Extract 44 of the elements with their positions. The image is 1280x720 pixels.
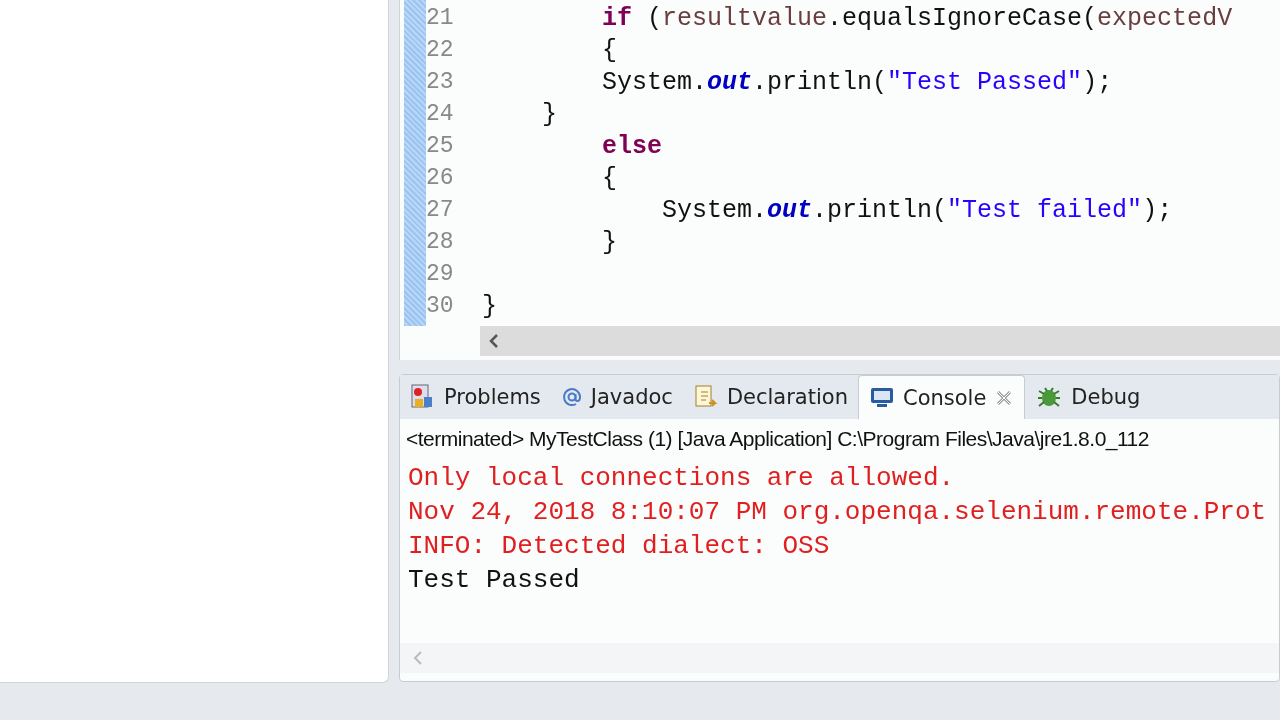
console-output-line: Nov 24, 2018 8:10:07 PM org.openqa.selenium.remote.Prot: [408, 496, 1268, 529]
line-number: 22: [426, 37, 455, 63]
code-text: }: [482, 291, 497, 321]
panel-tab[interactable]: Console: [857, 375, 1026, 419]
line-number: 27: [426, 197, 455, 223]
line-number: 21: [426, 5, 455, 31]
keyword: if: [602, 3, 632, 33]
line-number: 28: [426, 229, 455, 255]
line-number: 24: [426, 101, 455, 127]
code-text: .equalsIgnoreCase(: [827, 3, 1098, 33]
console-output-line: Only local connections are allowed.: [408, 462, 956, 495]
code-text: .println(: [752, 67, 888, 97]
line-number: 23: [426, 69, 455, 95]
line-number: 26: [426, 165, 455, 191]
horizontal-scrollbar[interactable]: [400, 643, 1279, 673]
string-literal: "Test Passed": [887, 67, 1083, 97]
field-name: out: [767, 195, 813, 225]
code-text: }: [602, 227, 617, 257]
code-text: }: [542, 99, 557, 129]
code-text: System.: [602, 67, 708, 97]
code-text: {: [602, 35, 617, 65]
keyword: else: [602, 131, 662, 161]
code-text: .println(: [812, 195, 948, 225]
at-sign-icon: [560, 386, 583, 408]
panel-tab[interactable]: Javadoc: [550, 375, 683, 419]
horizontal-scrollbar[interactable]: [480, 326, 1280, 356]
code-text: );: [1142, 195, 1173, 225]
field-name: out: [707, 67, 753, 97]
console-output-line: Test Passed: [408, 564, 581, 597]
code-text: System.: [662, 195, 768, 225]
line-number: 25: [426, 133, 455, 159]
line-number: 30: [426, 293, 455, 319]
panel-tab[interactable]: Declaration: [682, 375, 858, 419]
console-output-line: INFO: Detected dialect: OSS: [408, 530, 831, 563]
variable-name: resultvalue: [662, 3, 828, 33]
panel-tab[interactable]: Debug: [1025, 375, 1151, 419]
code-text: );: [1082, 67, 1113, 97]
line-number: 29: [426, 261, 455, 287]
code-text: {: [602, 163, 617, 193]
code-text: (: [646, 3, 663, 33]
string-literal: "Test failed": [947, 195, 1143, 225]
variable-name: expectedV: [1097, 3, 1233, 33]
console-header: <terminated> MyTestClass (1) [Java Application] C:\Program Files\Java\jre1.8.0_112: [405, 426, 1150, 453]
panel-tab[interactable]: Problems: [400, 375, 551, 419]
